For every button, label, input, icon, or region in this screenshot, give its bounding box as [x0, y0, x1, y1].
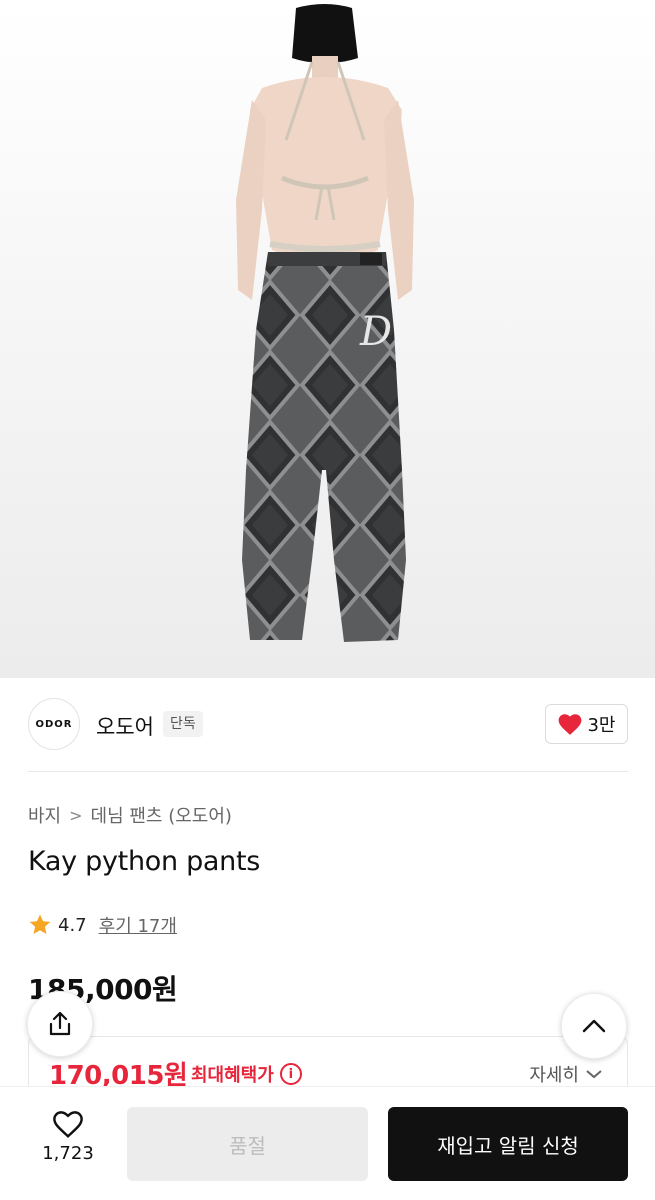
- wishlist-count: 1,723: [42, 1143, 94, 1164]
- breadcrumb-category[interactable]: 바지: [28, 802, 61, 828]
- wishlist-button[interactable]: 1,723: [36, 1109, 100, 1179]
- brand-row: ODOR 오도어 단독 3만: [0, 678, 655, 772]
- reviews-link[interactable]: 후기 17개: [99, 912, 177, 938]
- breadcrumb-subcategory[interactable]: 데님 팬츠 (오도어): [91, 802, 232, 828]
- share-icon: [49, 1011, 71, 1036]
- share-button[interactable]: [27, 991, 93, 1057]
- scroll-top-button[interactable]: [561, 993, 627, 1059]
- benefit-label-text: 최대혜택가: [191, 1065, 274, 1086]
- breadcrumb-separator: >: [69, 805, 83, 825]
- product-title: Kay python pants: [28, 846, 261, 877]
- heart-filled-icon: [559, 714, 582, 735]
- info-icon[interactable]: i: [279, 1063, 302, 1085]
- brand-logo[interactable]: ODOR: [28, 698, 80, 750]
- rating-score: 4.7: [58, 914, 87, 936]
- product-image[interactable]: D: [0, 0, 655, 678]
- svg-text:D: D: [359, 309, 392, 355]
- brand-like-count: 3만: [587, 715, 616, 736]
- breadcrumb: 바지 > 데님 팬츠 (오도어): [28, 802, 232, 828]
- benefit-label: 최대혜택가 i: [191, 1061, 302, 1087]
- heart-outline-icon: [53, 1111, 83, 1138]
- bottom-action-bar: 1,723 품절 재입고 알림 신청: [0, 1086, 655, 1200]
- star-icon: [29, 914, 51, 934]
- brand-like-button[interactable]: 3만: [545, 704, 628, 744]
- soldout-button: 품절: [127, 1107, 368, 1181]
- benefit-detail-toggle[interactable]: 자세히: [529, 1061, 603, 1087]
- chevron-down-icon: [586, 1070, 602, 1079]
- divider: [28, 771, 628, 772]
- product-photo-illustration: D: [236, 4, 414, 642]
- chevron-up-icon: [582, 1019, 606, 1033]
- benefit-detail-label: 자세히: [529, 1065, 579, 1086]
- exclusive-badge: 단독: [163, 711, 203, 737]
- restock-alert-button[interactable]: 재입고 알림 신청: [388, 1107, 628, 1181]
- brand-name[interactable]: 오도어: [96, 711, 154, 741]
- rating-row: 4.7 후기 17개: [28, 912, 177, 938]
